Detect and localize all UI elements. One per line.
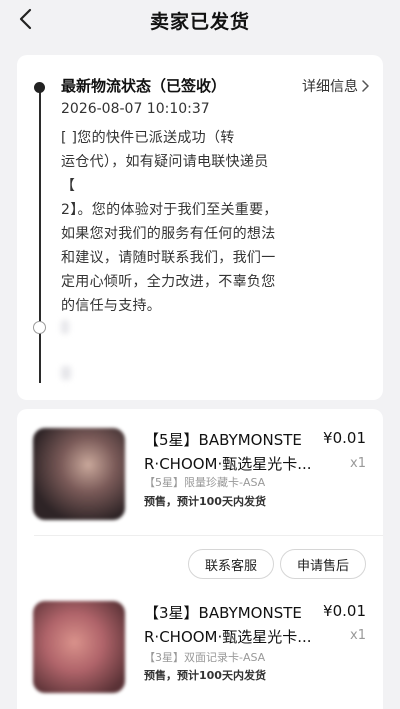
logistics-message: [ ]您的快件已派送成功（转 运仓代），如有疑问请电联快递员 【 2】。您的体验…: [61, 126, 361, 318]
after-sale-button[interactable]: 申请售后: [280, 549, 366, 579]
product-title-line: 【3星】BABYMONSTE: [144, 604, 302, 622]
logistics-status-title: 最新物流状态（已签收）: [61, 77, 227, 95]
product-presale-note: 预售，预计100天内发货: [144, 669, 266, 682]
product-title-line: R·CHOOM·甄选星光卡...: [144, 628, 312, 646]
detail-info-link[interactable]: 详细信息: [302, 76, 369, 96]
message-line: 定用心倾听，全力改进，不辜负您: [61, 274, 276, 290]
message-line: 如果您对我们的服务有任何的想法: [61, 226, 276, 242]
detail-info-label: 详细信息: [302, 79, 358, 95]
product-title[interactable]: 【5星】BABYMONSTE R·CHOOM·甄选星光卡...: [144, 428, 314, 476]
blurred-text: [61, 320, 69, 334]
product-title-line: 【5星】BABYMONSTE: [144, 431, 302, 449]
message-line: 【: [61, 178, 76, 194]
timeline-dot-previous: [33, 321, 46, 334]
product-price: ¥0.01: [323, 429, 366, 447]
product-image[interactable]: [33, 601, 125, 693]
product-presale-note: 预售，预计100天内发货: [144, 495, 266, 508]
message-line: 的信任与支持。: [61, 298, 162, 314]
timeline-dot-current: [34, 82, 45, 93]
logistics-card[interactable]: 最新物流状态（已签收） 详细信息 2026-08-07 10:10:37 [ ]…: [17, 55, 383, 400]
product-price: ¥0.01: [323, 602, 366, 620]
product-quantity: x1: [350, 628, 366, 643]
divider: [34, 535, 383, 536]
message-line: 运仓代），如有疑问请电联快递员: [61, 154, 269, 170]
timeline-line: [39, 88, 41, 383]
product-quantity: x1: [350, 456, 366, 471]
message-line: 和建议，请随时联系我们，我们一: [61, 250, 276, 266]
product-image[interactable]: [33, 428, 125, 520]
blurred-text: [61, 366, 71, 380]
chevron-right-icon: [362, 80, 369, 92]
product-title-line: R·CHOOM·甄选星光卡...: [144, 455, 312, 473]
contact-service-button[interactable]: 联系客服: [188, 549, 274, 579]
product-spec: 【3星】双面记录卡-ASA: [144, 651, 266, 664]
page-title: 卖家已发货: [149, 11, 250, 33]
top-bar: 卖家已发货: [0, 0, 400, 40]
product-spec: 【5星】限量珍藏卡-ASA: [144, 476, 266, 489]
logistics-timestamp: 2026-08-07 10:10:37: [61, 101, 210, 117]
message-line: 2】。您的体验对于我们至关重要，: [61, 202, 278, 218]
message-line: [ ]您的快件已派送成功（转: [61, 130, 235, 146]
product-title[interactable]: 【3星】BABYMONSTE R·CHOOM·甄选星光卡...: [144, 601, 314, 649]
